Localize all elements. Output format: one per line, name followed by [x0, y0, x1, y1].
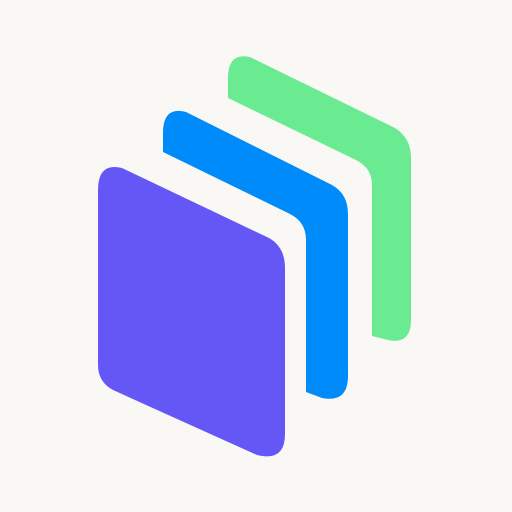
stacked-layers-icon	[98, 56, 411, 457]
app-icon-canvas	[0, 0, 512, 512]
front-layer-panel	[98, 166, 285, 457]
